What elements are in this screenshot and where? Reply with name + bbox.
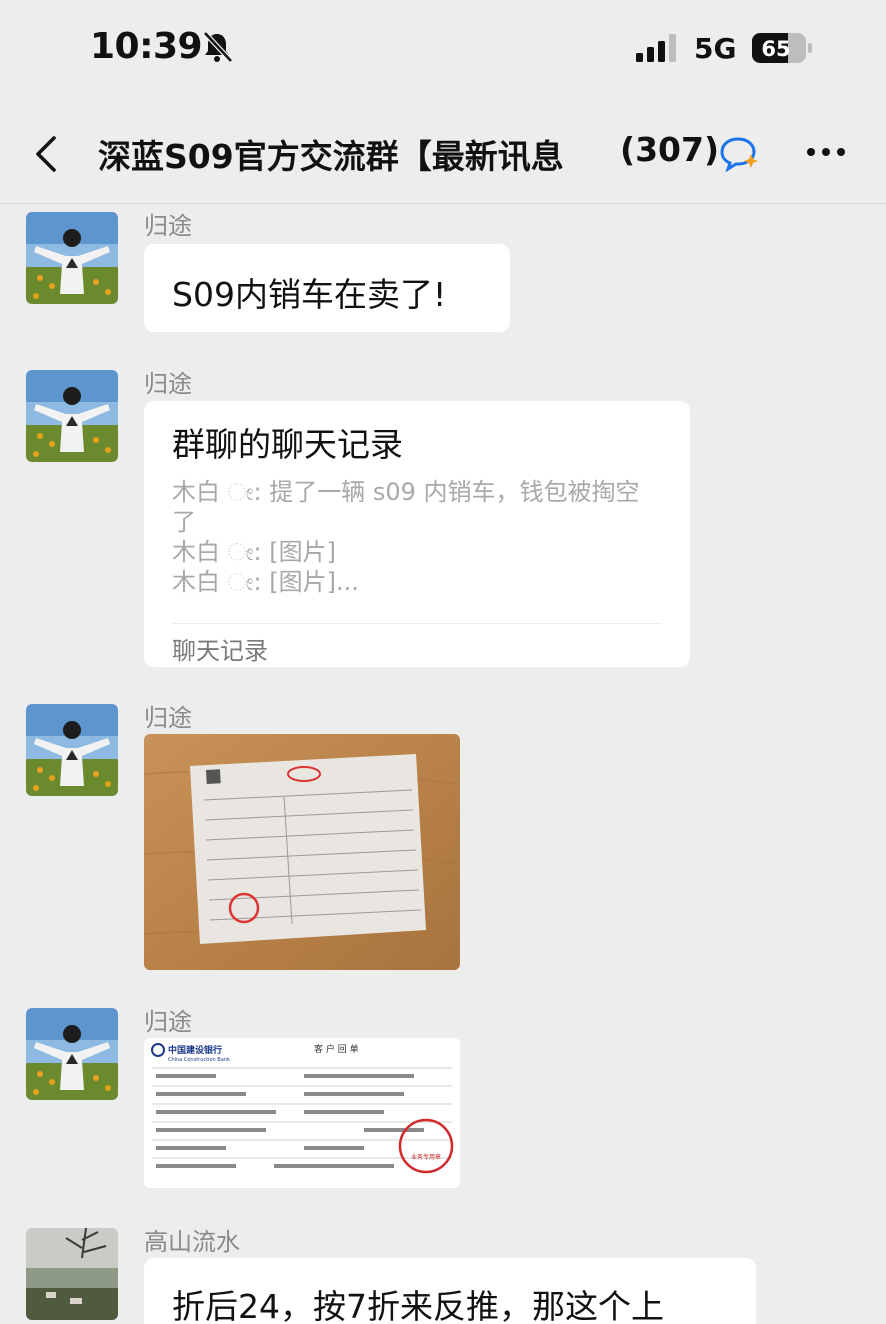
avatar[interactable]	[26, 370, 118, 462]
card-title: 群聊的聊天记录	[172, 425, 403, 464]
chat-record-card[interactable]: 群聊的聊天记录 木白 ೕ: 提了一辆 s09 内销车，钱包被掏空 了 木白 ೕ:…	[144, 401, 690, 667]
chevron-left-icon[interactable]	[30, 132, 64, 176]
network-type: 5G	[694, 32, 737, 65]
sender-name: 归途	[144, 212, 192, 240]
avatar[interactable]	[26, 212, 118, 304]
avatar[interactable]	[26, 1008, 118, 1100]
stamp-text: 业务专用章	[411, 1153, 441, 1161]
member-count[interactable]: (307)	[620, 130, 719, 169]
status-bar: 10:39 5G 65	[0, 0, 886, 100]
sender-name: 归途	[144, 704, 192, 732]
status-time: 10:39	[90, 26, 203, 67]
card-line: 了	[172, 508, 196, 536]
battery-icon: 65	[752, 33, 812, 63]
signal-icon	[636, 34, 676, 62]
receipt-bank-name: 中国建设银行	[168, 1044, 222, 1056]
card-line: 木白 ೕ: [图片]...	[172, 568, 359, 596]
chat-header: 深蓝S09官方交流群【最新讯息 (307)	[0, 100, 886, 204]
chat-title[interactable]: 深蓝S09官方交流群【最新讯息	[98, 130, 618, 178]
sender-name: 归途	[144, 370, 192, 398]
bell-slash-icon	[203, 31, 233, 63]
card-line: 木白 ೕ: [图片]	[172, 538, 336, 566]
chat-bubble-icon[interactable]	[718, 136, 760, 172]
card-divider	[172, 623, 662, 624]
message-bubble[interactable]: 折后24，按7折来反推，那这个上	[144, 1258, 756, 1324]
photo-message[interactable]	[144, 734, 460, 970]
message-bubble[interactable]: S09内销车在卖了!	[144, 244, 510, 332]
receipt-image[interactable]: 中国建设银行 China Construction Bank 客 户 回 单 业…	[144, 1038, 460, 1188]
card-line: 木白 ೕ: 提了一辆 s09 内销车，钱包被掏空	[172, 478, 640, 506]
avatar[interactable]	[26, 704, 118, 796]
sender-name: 归途	[144, 1008, 192, 1036]
battery-level: 65	[761, 37, 790, 61]
avatar[interactable]	[26, 1228, 118, 1320]
card-preview: 木白 ೕ: 提了一辆 s09 内销车，钱包被掏空 了 木白 ೕ: [图片] 木白…	[172, 477, 662, 597]
sender-name: 高山流水	[144, 1228, 240, 1256]
more-dots-icon[interactable]	[802, 136, 850, 168]
card-footer: 聊天记录	[172, 637, 268, 665]
receipt-heading: 客 户 回 单	[314, 1043, 359, 1055]
receipt-bank-name-en: China Construction Bank	[168, 1057, 230, 1063]
